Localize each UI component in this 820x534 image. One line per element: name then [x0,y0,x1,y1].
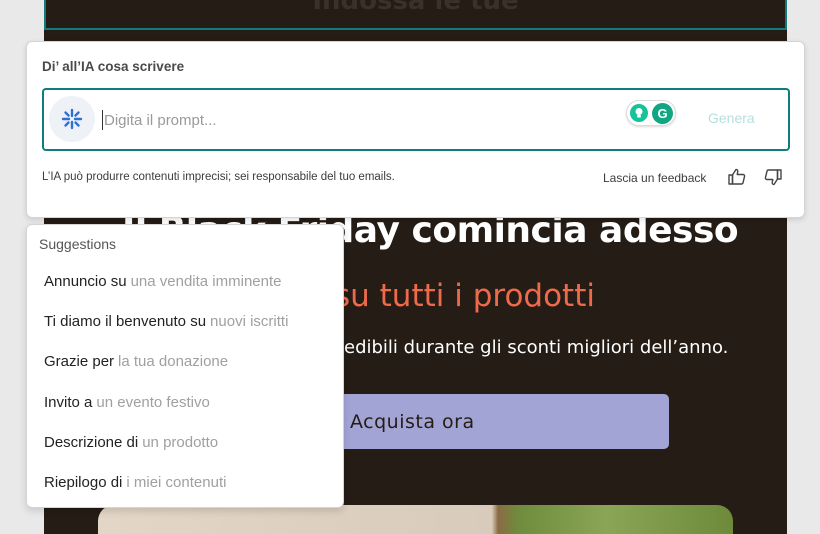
suggestion-item[interactable]: Grazie per la tua donazione [27,342,343,382]
suggestions-dropdown: Suggestions Annuncio su una vendita immin… [26,224,344,508]
suggestions-list: Annuncio su una vendita imminente Ti diam… [27,261,343,503]
prompt-input[interactable] [104,104,604,136]
suggestion-item[interactable]: Riepilogo di i miei contenuti [27,462,343,502]
suggestion-lead: Grazie per [44,353,115,371]
thumbs-up-icon[interactable] [727,167,747,187]
suggestion-lead: Annuncio su [44,272,127,290]
prompt-box[interactable]: G Genera [42,88,790,151]
email-subheadline: su tutti i prodotti [334,278,595,314]
suggestion-rest: un evento festivo [96,393,210,411]
grammarly-widget[interactable]: G [626,100,676,126]
suggestion-rest: la tua donazione [118,353,229,371]
suggestion-rest: un prodotto [142,433,219,451]
lightbulb-icon[interactable] [630,104,648,122]
suggestions-title: Suggestions [39,236,117,252]
suggestion-item[interactable]: Invito a un evento festivo [27,382,343,422]
email-top-banner: Indossa le tue [44,0,787,30]
text-caret [102,110,103,130]
ai-disclaimer: L’IA può produrre contenuti imprecisi; s… [42,171,395,183]
suggestion-rest: una vendita imminente [130,272,282,290]
suggestion-item[interactable]: Descrizione di un prodotto [27,422,343,462]
suggestion-item[interactable]: Annuncio su una vendita imminente [27,261,343,301]
grammarly-logo-icon[interactable]: G [652,103,673,124]
ai-sparkle-icon [49,96,95,142]
suggestion-rest: nuovi iscritti [210,312,289,330]
email-body-text: edibili durante gli sconti migliori dell… [344,337,729,358]
email-top-banner-text: Indossa le tue [312,0,519,16]
suggestion-rest: i miei contenuti [126,474,227,492]
thumbs-down-icon[interactable] [763,167,783,187]
email-hero-image [98,505,733,534]
ai-prompt-panel: Di’ all’IA cosa scrivere Digita il promp… [26,41,805,218]
suggestion-lead: Descrizione di [44,433,139,451]
generate-button[interactable]: Genera [708,110,755,126]
suggestion-lead: Ti diamo il benvenuto su [44,312,207,330]
feedback-label: Lascia un feedback [603,171,707,185]
ai-panel-title: Di’ all’IA cosa scrivere [42,59,185,74]
suggestion-item[interactable]: Ti diamo il benvenuto su nuovi iscritti [27,301,343,341]
suggestion-lead: Riepilogo di [44,474,123,492]
suggestion-lead: Invito a [44,393,93,411]
email-cta-button[interactable]: Acquista ora [300,394,669,449]
